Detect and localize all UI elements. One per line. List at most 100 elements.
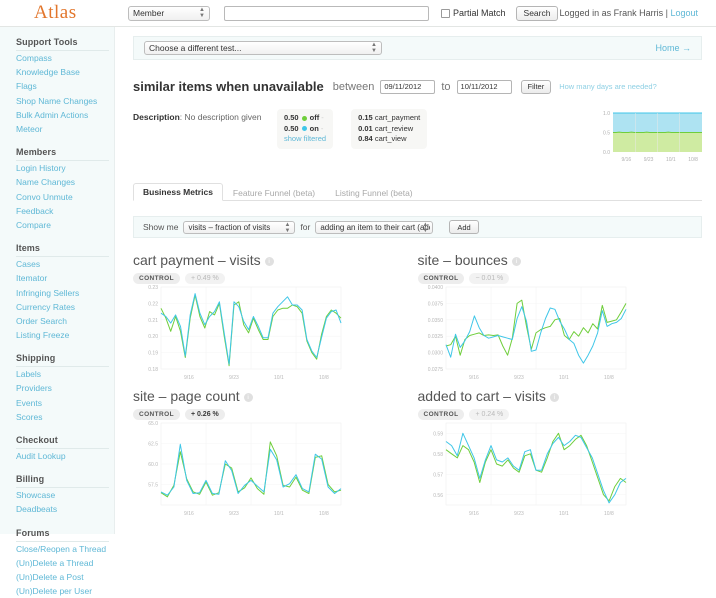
metrics-tabs: Business Metrics Feature Funnel (beta) Lis… bbox=[133, 183, 702, 201]
variant-split-sparkline: 0.0 0.5 1.0 9/16 9/23 10/1 10/8 bbox=[597, 109, 702, 163]
partial-match-checkbox-wrapper[interactable]: Partial Match bbox=[441, 8, 506, 18]
chart-title: site – bounces i bbox=[418, 252, 689, 268]
description-row: Description: No description given 0.50 of… bbox=[133, 109, 702, 163]
sidebar-item-name-changes[interactable]: Name Changes bbox=[16, 175, 114, 189]
variant-color-dot bbox=[301, 115, 307, 121]
sidebar-item-close-reopen-a-thread[interactable]: Close/Reopen a Thread bbox=[16, 542, 114, 556]
sidebar-item-un-delete-a-thread[interactable]: (Un)Delete a Thread bbox=[16, 556, 114, 570]
svg-text:0.58: 0.58 bbox=[433, 452, 443, 458]
sidebar-item-cases[interactable]: Cases bbox=[16, 257, 114, 271]
show-me-bar: Show me visits – fraction of visits ▲ ▼ f… bbox=[133, 216, 702, 238]
sidebar-item-compare[interactable]: Compare bbox=[16, 218, 114, 232]
chart-title-text: added to cart – visits bbox=[417, 388, 546, 404]
chart-plot: 65.0 62.5 60.0 57.5 9/16 9/23 10/1 10/8 bbox=[133, 420, 404, 518]
sidebar-item-deadbeats[interactable]: Deadbeats bbox=[16, 502, 114, 516]
date-to-input[interactable] bbox=[456, 79, 512, 94]
svg-text:10/1: 10/1 bbox=[666, 157, 676, 163]
sidebar-item-bulk-admin-actions[interactable]: Bulk Admin Actions bbox=[16, 108, 114, 122]
sidebar-item-infringing-sellers[interactable]: Infringing Sellers bbox=[16, 285, 114, 299]
variant-split-box: 0.50 off -0.50 on - show filtered bbox=[277, 109, 334, 149]
info-icon[interactable]: i bbox=[511, 257, 521, 266]
sidebar-item-events[interactable]: Events bbox=[16, 396, 114, 410]
sidebar-group-title: Forums bbox=[16, 528, 109, 542]
event-row: 0.84 cart_view bbox=[358, 134, 420, 145]
svg-text:0.23: 0.23 bbox=[148, 285, 158, 291]
sidebar-group-title: Items bbox=[16, 243, 109, 258]
sidebar-item-audit-lookup[interactable]: Audit Lookup bbox=[16, 449, 114, 463]
svg-text:10/8: 10/8 bbox=[319, 511, 329, 517]
description-text: Description: No description given bbox=[133, 112, 262, 122]
svg-text:9/23: 9/23 bbox=[644, 157, 654, 163]
event-row: 0.15 cart_payment bbox=[358, 113, 420, 124]
logout-link[interactable]: Logout bbox=[670, 8, 698, 18]
svg-text:0.59: 0.59 bbox=[433, 431, 443, 437]
sidebar-item-shop-name-changes[interactable]: Shop Name Changes bbox=[16, 94, 114, 108]
tab-business-metrics[interactable]: Business Metrics bbox=[133, 183, 223, 201]
sidebar-item-labels[interactable]: Labels bbox=[16, 367, 114, 381]
info-icon[interactable]: i bbox=[264, 257, 274, 266]
segment-select-wrapper: adding an item to their cart (adde ▲ ▼ bbox=[310, 220, 438, 234]
event-name: cart_review bbox=[374, 123, 414, 133]
sidebar-item-showcase[interactable]: Showcase bbox=[16, 488, 114, 502]
sidebar-item-convo-unmute[interactable]: Convo Unmute bbox=[16, 190, 114, 204]
sidebar-item-currency-rates[interactable]: Currency Rates bbox=[16, 300, 114, 314]
svg-text:0.21: 0.21 bbox=[148, 318, 158, 324]
info-icon[interactable]: i bbox=[243, 393, 253, 402]
add-metric-button[interactable]: Add bbox=[449, 220, 479, 234]
login-info: Logged in as Frank Harris | Logout bbox=[560, 8, 702, 18]
partial-match-checkbox[interactable] bbox=[441, 8, 450, 18]
date-from-input[interactable] bbox=[380, 79, 436, 94]
variant-color-dot bbox=[301, 126, 307, 132]
show-filtered-link[interactable]: show filtered bbox=[284, 134, 326, 145]
chart-badges: CONTROL − 0.01 % bbox=[417, 273, 689, 284]
tab-feature-funnel-beta[interactable]: Feature Funnel (beta) bbox=[223, 184, 325, 201]
svg-text:57.5: 57.5 bbox=[148, 483, 158, 489]
svg-text:65.0: 65.0 bbox=[148, 421, 158, 427]
svg-text:0.0400: 0.0400 bbox=[427, 285, 443, 291]
delta-badge: + 0.24 % bbox=[469, 409, 510, 420]
info-icon[interactable]: i bbox=[549, 393, 559, 402]
chart-plot: 0.59 0.58 0.57 0.56 9/16 9/23 10/1 10/8 bbox=[418, 420, 689, 518]
svg-text:0.0375: 0.0375 bbox=[427, 301, 443, 307]
sidebar-item-flags[interactable]: Flags bbox=[16, 79, 114, 93]
show-me-label: Show me bbox=[143, 222, 179, 232]
svg-text:0.57: 0.57 bbox=[433, 472, 443, 478]
sidebar-item-feedback[interactable]: Feedback bbox=[16, 204, 114, 218]
home-link[interactable]: Home → bbox=[655, 43, 691, 53]
sidebar-item-compass[interactable]: Compass bbox=[16, 51, 114, 65]
segment-select[interactable]: adding an item to their cart (adde bbox=[315, 220, 434, 234]
control-badge: CONTROL bbox=[133, 409, 180, 420]
variant-row: 0.50 on - bbox=[284, 124, 326, 135]
chart-title-text: site – page count bbox=[133, 388, 240, 404]
sidebar-item-meteor[interactable]: Meteor bbox=[16, 122, 114, 136]
sidebar-item-providers[interactable]: Providers bbox=[16, 381, 114, 395]
variant-value: 0.50 bbox=[284, 123, 299, 133]
sidebar-item-un-delete-a-post[interactable]: (Un)Delete a Post bbox=[16, 570, 114, 584]
sidebar-item-listing-freeze[interactable]: Listing Freeze bbox=[16, 328, 114, 342]
tab-listing-funnel-beta[interactable]: Listing Funnel (beta) bbox=[325, 184, 423, 201]
chart-card: site – bounces i CONTROL − 0.01 % 0.0400 0.03… bbox=[417, 252, 703, 382]
delta-badge: − 0.01 % bbox=[469, 273, 510, 284]
sidebar-item-un-delete-per-user[interactable]: (Un)Delete per User bbox=[16, 584, 114, 598]
svg-text:9/16: 9/16 bbox=[184, 511, 194, 517]
svg-text:10/8: 10/8 bbox=[688, 157, 698, 163]
svg-text:10/8: 10/8 bbox=[319, 375, 329, 381]
sidebar-item-itemator[interactable]: Itemator bbox=[16, 271, 114, 285]
choose-test-select[interactable]: Choose a different test... bbox=[144, 41, 382, 55]
search-input[interactable] bbox=[224, 5, 429, 21]
sidebar-item-order-search[interactable]: Order Search bbox=[16, 314, 114, 328]
search-button[interactable]: Search bbox=[515, 5, 559, 21]
how-many-days-link[interactable]: How many days are needed? bbox=[559, 82, 657, 91]
test-select-wrapper: Choose a different test... ▲ ▼ bbox=[144, 41, 382, 55]
sidebar-item-login-history[interactable]: Login History bbox=[16, 161, 114, 175]
metric-select[interactable]: visits – fraction of visits bbox=[183, 220, 296, 234]
member-type-select[interactable]: Member bbox=[128, 5, 210, 21]
event-share-box: 0.15 cart_payment 0.01 cart_review 0.84 ca… bbox=[351, 109, 428, 149]
filter-button[interactable]: Filter bbox=[520, 79, 552, 94]
logged-in-text: Logged in as Frank Harris bbox=[559, 8, 664, 18]
sidebar-item-scores[interactable]: Scores bbox=[16, 410, 114, 424]
svg-text:9/16: 9/16 bbox=[469, 511, 479, 517]
chart-title: site – page count i bbox=[133, 388, 404, 404]
metric-select-wrapper: visits – fraction of visits ▲ ▼ bbox=[178, 220, 300, 234]
sidebar-item-knowledge-base[interactable]: Knowledge Base bbox=[16, 65, 114, 79]
